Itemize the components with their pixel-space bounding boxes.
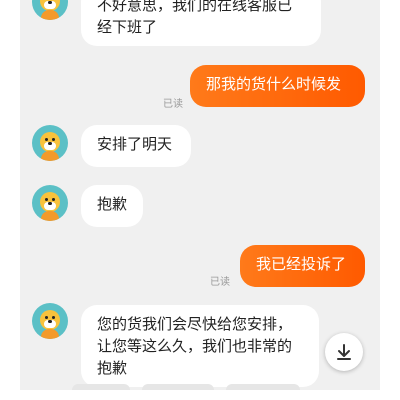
- agent-message[interactable]: 抱歉: [81, 185, 143, 227]
- agent-avatar[interactable]: [32, 0, 68, 20]
- read-status: 已读: [163, 99, 183, 110]
- agent-message[interactable]: 您的货我们会尽快给您安排，让您等这么久，我们也非常的抱歉: [81, 305, 319, 387]
- message-text: 抱歉: [97, 195, 128, 213]
- user-message[interactable]: 那我的货什么时候发: [190, 65, 365, 107]
- message-text: 您的货我们会尽快给您安排，让您等这么久，我们也非常的抱歉: [97, 315, 293, 377]
- agent-message[interactable]: 不好意思，我们的在线客服已经下班了: [81, 0, 321, 46]
- message-text: 不好意思，我们的在线客服已经下班了: [97, 0, 293, 36]
- chat-area[interactable]: 不好意思，我们的在线客服已经下班了 已读 那我的货什么时候发 安排了明天 抱歉 …: [20, 0, 380, 390]
- message-text: 那我的货什么时候发: [206, 75, 342, 93]
- user-message[interactable]: 我已经投诉了: [240, 245, 365, 287]
- agent-message[interactable]: 安排了明天: [81, 125, 191, 167]
- scroll-down-button[interactable]: [325, 333, 363, 371]
- agent-avatar[interactable]: [32, 125, 68, 161]
- quick-reply-chip[interactable]: [72, 384, 130, 390]
- agent-avatar[interactable]: [32, 185, 68, 221]
- message-text: 我已经投诉了: [256, 255, 347, 273]
- arrow-down-to-line-icon: [337, 344, 351, 360]
- quick-reply-chip[interactable]: [226, 384, 300, 390]
- message-text: 安排了明天: [97, 135, 173, 153]
- agent-avatar[interactable]: [32, 303, 68, 339]
- quick-reply-chip[interactable]: [142, 384, 214, 390]
- read-status: 已读: [210, 277, 230, 288]
